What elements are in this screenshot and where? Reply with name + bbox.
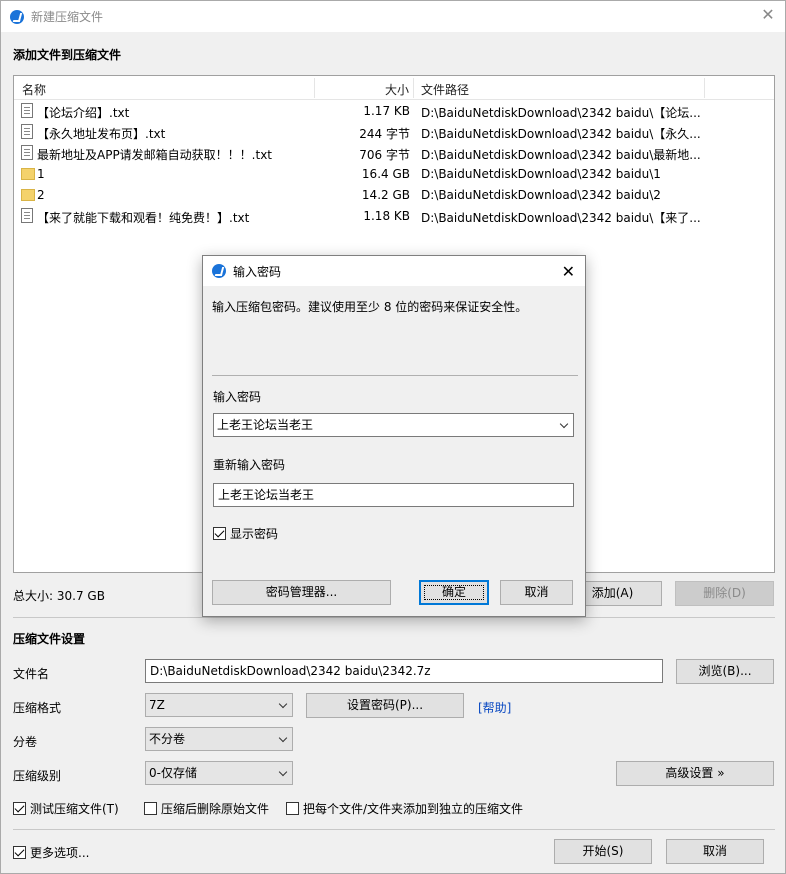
- close-icon[interactable]: ✕: [761, 7, 775, 23]
- checkbox-empty-icon: [286, 802, 299, 815]
- add-section-title: 添加文件到压缩文件: [13, 48, 122, 62]
- file-size: 706 字节: [359, 148, 410, 162]
- chevron-down-icon: [559, 419, 569, 429]
- file-name: 最新地址及APP请发邮箱自动获取！！！.txt: [37, 148, 273, 162]
- level-value: 0-仅存储: [149, 766, 197, 780]
- format-select[interactable]: 7Z: [145, 693, 293, 717]
- text-file-icon: [21, 103, 33, 118]
- file-name: 2: [37, 188, 45, 202]
- volume-select[interactable]: 不分卷: [145, 727, 293, 751]
- app-logo-icon: [212, 264, 226, 278]
- volume-label: 分卷: [13, 735, 38, 749]
- file-path: D:\BaiduNetdiskDownload\2342 baidu\1: [421, 167, 661, 181]
- divider: [212, 375, 578, 376]
- chevron-down-icon: [278, 733, 288, 743]
- set-password-button[interactable]: 设置密码(P)...: [306, 693, 464, 718]
- folder-icon: [21, 168, 35, 180]
- password-input[interactable]: 上老王论坛当老王: [213, 413, 574, 437]
- browse-button[interactable]: 浏览(B)...: [676, 659, 774, 684]
- delete-after-label: 压缩后删除原始文件: [161, 802, 270, 816]
- show-password-label: 显示密码: [230, 527, 279, 541]
- window-title: 新建压缩文件: [31, 10, 104, 24]
- password-dialog: 输入密码 ✕ 输入压缩包密码。建议使用至少 8 位的密码来保证安全性。 输入密码…: [202, 255, 586, 617]
- text-file-icon: [21, 124, 33, 139]
- delete-after-checkbox[interactable]: 压缩后删除原始文件: [144, 800, 269, 817]
- delete-button[interactable]: 删除(D): [675, 581, 774, 606]
- file-row[interactable]: 1 16.4 GB D:\BaiduNetdiskDownload\2342 bai…: [14, 164, 774, 185]
- title-bar: 新建压缩文件 ✕: [1, 1, 785, 32]
- format-value: 7Z: [149, 698, 165, 712]
- chevron-down-icon: [278, 767, 288, 777]
- more-options-checkbox[interactable]: 更多选项...: [13, 844, 89, 861]
- file-row[interactable]: 最新地址及APP请发邮箱自动获取！！！.txt 706 字节 D:\BaiduNet…: [14, 143, 774, 164]
- file-path: D:\BaiduNetdiskDownload\2342 baidu\【来了..…: [421, 211, 701, 225]
- list-header: 名称 大小 文件路径: [14, 76, 774, 100]
- password-manager-button[interactable]: 密码管理器...: [212, 580, 391, 605]
- cancel-button[interactable]: 取消: [666, 839, 764, 864]
- filename-label: 文件名: [13, 667, 50, 681]
- help-link[interactable]: [帮助]: [478, 699, 511, 716]
- more-options-label: 更多选项...: [30, 846, 90, 860]
- file-row[interactable]: 【来了就能下载和观看！纯免费！】.txt 1.18 KB D:\BaiduNetdi…: [14, 206, 774, 227]
- file-row[interactable]: 【永久地址发布页】.txt 244 字节 D:\BaiduNetdiskDownlo…: [14, 122, 774, 143]
- file-row[interactable]: 【论坛介绍】.txt 1.17 KB D:\BaiduNetdiskDownload…: [14, 101, 774, 122]
- text-file-icon: [21, 208, 33, 223]
- file-name: 【来了就能下载和观看！纯免费！】.txt: [37, 211, 250, 225]
- file-size: 1.18 KB: [363, 209, 410, 223]
- password-hint: 输入压缩包密码。建议使用至少 8 位的密码来保证安全性。: [212, 300, 528, 314]
- separate-archives-checkbox[interactable]: 把每个文件/文件夹添加到独立的压缩文件: [286, 800, 523, 817]
- chevron-down-icon: [278, 699, 288, 709]
- checkbox-checked-icon: [13, 802, 26, 815]
- dialog-title: 输入密码: [233, 264, 282, 279]
- filename-input[interactable]: D:\BaiduNetdiskDownload\2342 baidu\2342.…: [145, 659, 663, 683]
- app-logo-icon: [10, 9, 24, 24]
- file-size: 14.2 GB: [361, 188, 410, 202]
- level-select[interactable]: 0-仅存储: [145, 761, 293, 785]
- file-path: D:\BaiduNetdiskDownload\2342 baidu\【永久..…: [421, 127, 701, 141]
- separate-archives-label: 把每个文件/文件夹添加到独立的压缩文件: [303, 802, 524, 816]
- total-size: 总大小: 30.7 GB: [13, 589, 105, 603]
- divider: [13, 617, 775, 618]
- column-size-header[interactable]: 大小: [385, 81, 409, 98]
- close-icon[interactable]: ✕: [562, 262, 575, 281]
- file-size: 244 字节: [359, 127, 410, 141]
- file-name: 【永久地址发布页】.txt: [37, 127, 166, 141]
- level-label: 压缩级别: [13, 769, 62, 783]
- confirm-password-input[interactable]: 上老王论坛当老王: [213, 483, 574, 507]
- show-password-checkbox[interactable]: 显示密码: [213, 525, 278, 542]
- ok-button[interactable]: 确定: [419, 580, 489, 605]
- checkbox-empty-icon: [144, 802, 157, 815]
- test-archive-checkbox[interactable]: 测试压缩文件(T): [13, 800, 119, 817]
- file-path: D:\BaiduNetdiskDownload\2342 baidu\【论坛..…: [421, 106, 701, 120]
- file-row[interactable]: 2 14.2 GB D:\BaiduNetdiskDownload\2342 bai…: [14, 185, 774, 206]
- column-name-header[interactable]: 名称: [22, 81, 46, 98]
- start-button[interactable]: 开始(S): [554, 839, 652, 864]
- dialog-title-bar: 输入密码 ✕: [203, 256, 585, 286]
- file-path: D:\BaiduNetdiskDownload\2342 baidu\2: [421, 188, 661, 202]
- test-archive-label: 测试压缩文件(T): [30, 802, 119, 816]
- confirm-password-label: 重新输入密码: [213, 458, 286, 472]
- file-path: D:\BaiduNetdiskDownload\2342 baidu\最新地..…: [421, 148, 701, 162]
- file-size: 1.17 KB: [363, 104, 410, 118]
- settings-section-title: 压缩文件设置: [13, 632, 86, 646]
- advanced-settings-button[interactable]: 高级设置 »: [616, 761, 774, 786]
- divider: [13, 829, 775, 830]
- checkbox-checked-icon: [13, 846, 26, 859]
- column-path-header[interactable]: 文件路径: [421, 81, 469, 98]
- password-label: 输入密码: [213, 390, 262, 404]
- file-size: 16.4 GB: [361, 167, 410, 181]
- text-file-icon: [21, 145, 33, 160]
- checkbox-checked-icon: [213, 527, 226, 540]
- password-value: 上老王论坛当老王: [217, 418, 314, 432]
- folder-icon: [21, 189, 35, 201]
- format-label: 压缩格式: [13, 701, 62, 715]
- file-name: 【论坛介绍】.txt: [37, 106, 130, 120]
- file-name: 1: [37, 167, 45, 181]
- volume-value: 不分卷: [149, 732, 186, 746]
- dialog-cancel-button[interactable]: 取消: [500, 580, 573, 605]
